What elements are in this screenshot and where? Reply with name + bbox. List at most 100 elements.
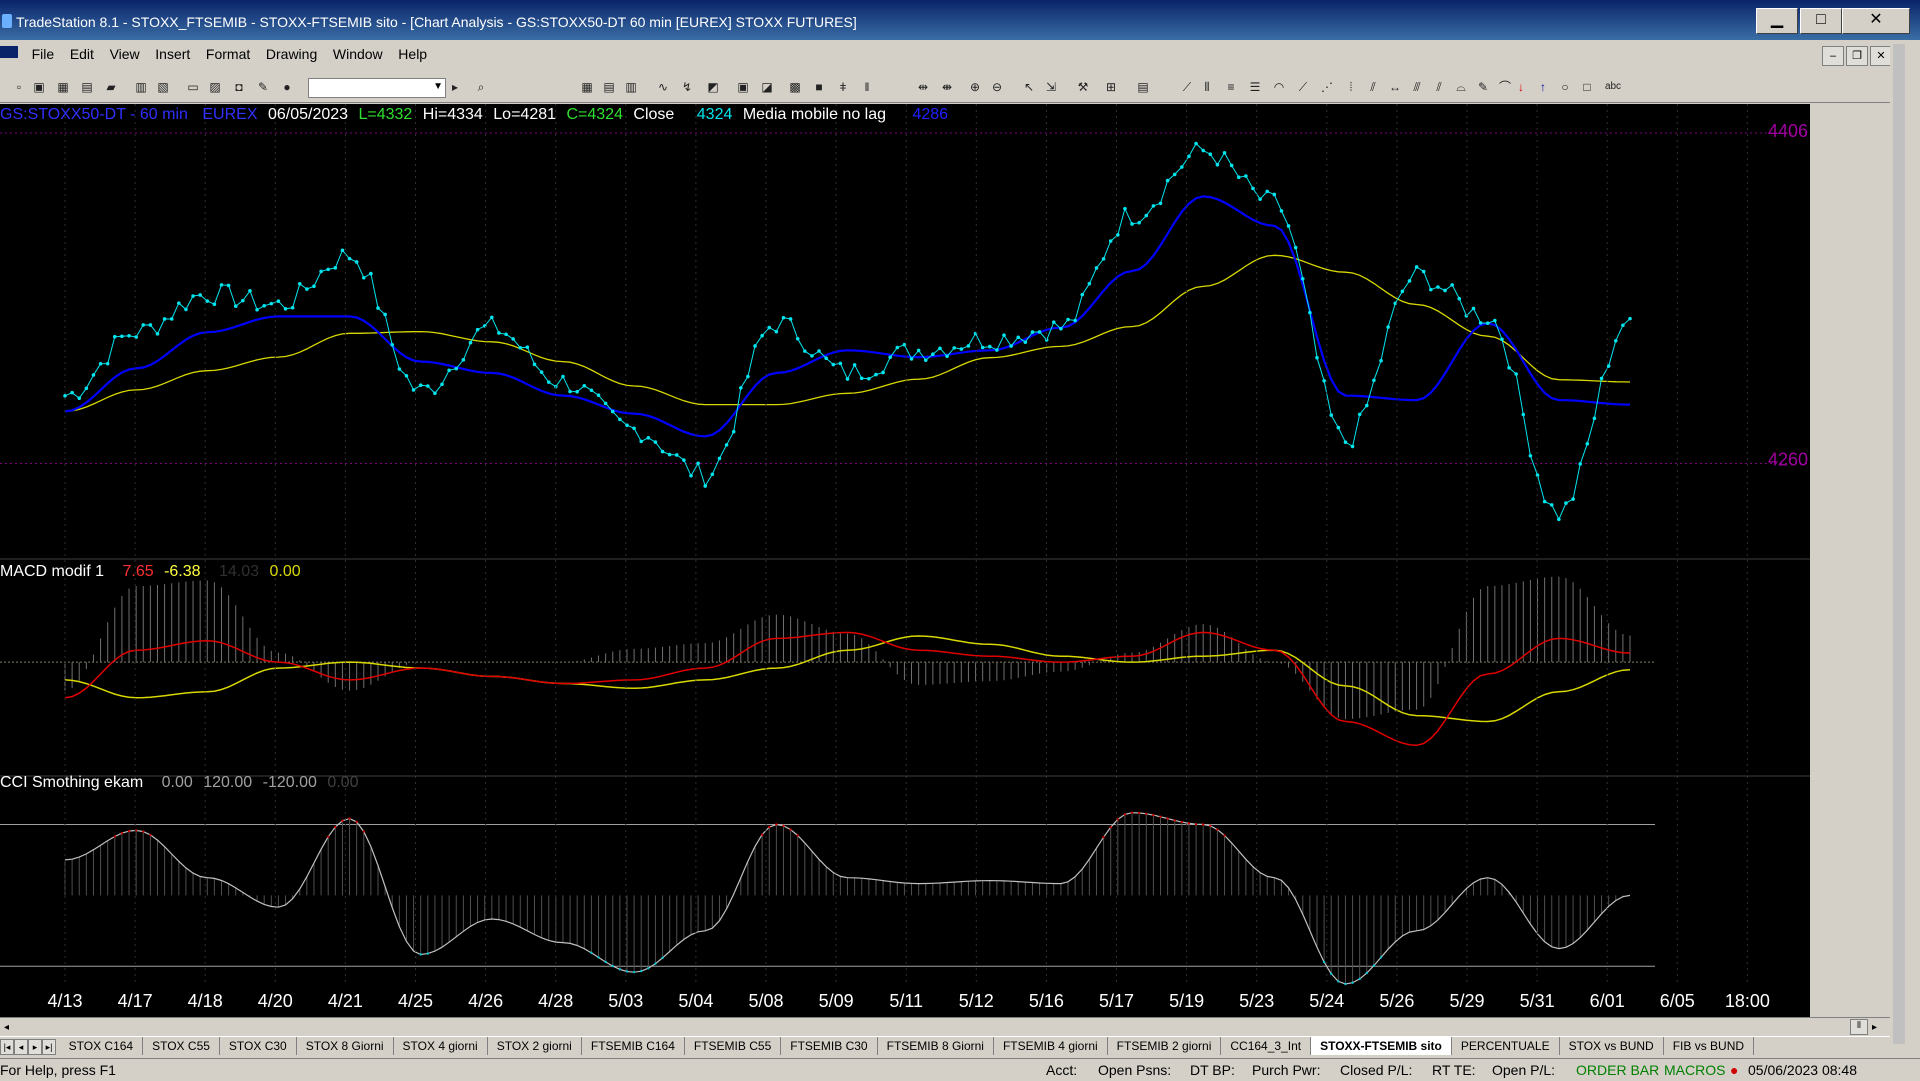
- pen-icon[interactable]: ✎: [1476, 80, 1490, 94]
- menu-drawing[interactable]: Drawing: [260, 44, 323, 64]
- maximize-button[interactable]: □: [1800, 8, 1842, 34]
- tab-first-icon[interactable]: |◂: [0, 1039, 14, 1055]
- chart-window-icon[interactable]: ▣: [736, 80, 750, 94]
- tab-15[interactable]: STOX vs BUND: [1560, 1037, 1664, 1055]
- rectangle-icon[interactable]: □: [1580, 80, 1594, 94]
- tab-11[interactable]: FTSEMIB 2 giorni: [1108, 1037, 1222, 1055]
- tab-7[interactable]: FTSEMIB C55: [685, 1037, 782, 1055]
- mdi-restore-button[interactable]: ❐: [1846, 46, 1868, 66]
- data-window-icon[interactable]: ▤: [1136, 80, 1150, 94]
- ruler-icon[interactable]: ↔: [1388, 80, 1402, 94]
- page-icon[interactable]: ▤: [80, 80, 94, 94]
- text-icon[interactable]: abc: [1604, 80, 1622, 94]
- tab-13[interactable]: STOXX-FTSEMIB sito: [1311, 1037, 1452, 1055]
- lock-icon[interactable]: ◘: [232, 80, 246, 94]
- scroll-left-icon[interactable]: ◂: [4, 1022, 9, 1033]
- close-button[interactable]: ✕: [1842, 8, 1910, 34]
- insert-indicator-icon[interactable]: ⊞: [1104, 80, 1118, 94]
- menu-help[interactable]: Help: [392, 44, 433, 64]
- tab-4[interactable]: STOX 4 giorni: [394, 1037, 488, 1055]
- print-icon[interactable]: ▧: [156, 80, 170, 94]
- symbol-combo[interactable]: ▼: [308, 78, 446, 98]
- cycle-icon[interactable]: ⌓: [1454, 80, 1468, 94]
- tab-16[interactable]: FIB vs BUND: [1664, 1037, 1755, 1055]
- menu-file[interactable]: File: [26, 44, 61, 64]
- chart-icon[interactable]: ↯: [680, 80, 694, 94]
- parallel-icon[interactable]: ⫽: [1432, 80, 1446, 94]
- time-zones-icon[interactable]: ⦙: [1344, 80, 1358, 94]
- scroll-thumb[interactable]: ⦀: [1850, 1019, 1868, 1035]
- zoom-in-icon[interactable]: ⊕: [968, 80, 982, 94]
- folder-icon[interactable]: ▰: [104, 80, 118, 94]
- ellipse-icon[interactable]: ○: [1558, 80, 1572, 94]
- tab-10[interactable]: FTSEMIB 4 giorni: [994, 1037, 1108, 1055]
- bar-icon[interactable]: ■: [812, 80, 826, 94]
- menu-format[interactable]: Format: [200, 44, 256, 64]
- tab-8[interactable]: FTSEMIB C30: [781, 1037, 878, 1055]
- chart-canvas[interactable]: 4400438043604340432043004280426042404324…: [0, 104, 1810, 1019]
- globe-icon[interactable]: ●: [280, 80, 294, 94]
- tab-5[interactable]: STOX 2 giorni: [488, 1037, 582, 1055]
- layout-icon[interactable]: ▨: [208, 80, 222, 94]
- trendline-icon[interactable]: ⟋: [1180, 80, 1194, 94]
- menu-view[interactable]: View: [104, 44, 146, 64]
- horizontal-scrollbar[interactable]: ◂ ⦀ ▸: [0, 1017, 1890, 1036]
- menu-window[interactable]: Window: [327, 44, 389, 64]
- scroll-right-icon[interactable]: ▸: [1872, 1022, 1877, 1033]
- table-icon[interactable]: ▤: [602, 80, 616, 94]
- order-bar-button[interactable]: ORDER BAR: [1576, 1062, 1659, 1078]
- bars-wide-icon[interactable]: ⇼: [940, 80, 954, 94]
- tab-14[interactable]: PERCENTUALE: [1452, 1037, 1560, 1055]
- list-icon[interactable]: ▥: [624, 80, 638, 94]
- fib-icon[interactable]: ☰: [1248, 80, 1262, 94]
- minimize-button[interactable]: ▁: [1756, 8, 1798, 34]
- macros-button[interactable]: MACROS: [1664, 1062, 1725, 1078]
- menu-insert[interactable]: Insert: [149, 44, 196, 64]
- workspace-icon[interactable]: ▦: [56, 80, 70, 94]
- menu-edit[interactable]: Edit: [64, 44, 100, 64]
- select-icon[interactable]: ⇲: [1044, 80, 1058, 94]
- ohlc-icon[interactable]: ‖: [860, 80, 874, 94]
- tab-last-icon[interactable]: ▸|: [42, 1039, 56, 1055]
- curve-icon[interactable]: ⌒: [1498, 80, 1512, 94]
- horizontal-lines-icon[interactable]: ≡: [1224, 80, 1238, 94]
- tab-0[interactable]: STOX C164: [60, 1037, 144, 1055]
- radar-icon[interactable]: ◪: [760, 80, 774, 94]
- format-icon[interactable]: ⚒: [1076, 80, 1090, 94]
- bars-narrow-icon[interactable]: ⇹: [916, 80, 930, 94]
- zoom-out-icon[interactable]: ⊖: [990, 80, 1004, 94]
- fan-icon[interactable]: ⋰: [1320, 80, 1334, 94]
- mdi-minimize-button[interactable]: ‒: [1822, 46, 1844, 66]
- mdi-close-button[interactable]: ✕: [1870, 46, 1892, 66]
- tab-3[interactable]: STOX 8 Giorni: [297, 1037, 394, 1055]
- vertical-scrollbar[interactable]: [1893, 44, 1905, 1044]
- tab-9[interactable]: FTSEMIB 8 Giorni: [878, 1037, 994, 1055]
- pointer-icon[interactable]: ↖: [1022, 80, 1036, 94]
- tab-prev-icon[interactable]: ◂: [14, 1039, 28, 1055]
- chart-line-icon[interactable]: ∿: [656, 80, 670, 94]
- tab-12[interactable]: CC164_3_Int: [1221, 1037, 1312, 1055]
- open-icon[interactable]: ▣: [32, 80, 46, 94]
- grid-icon[interactable]: ▦: [580, 80, 594, 94]
- candle-icon[interactable]: ǂ: [836, 80, 850, 94]
- print-preview-icon[interactable]: ▥: [134, 80, 148, 94]
- chart-analysis-icon[interactable]: ▩: [788, 80, 802, 94]
- tab-1[interactable]: STOX C55: [143, 1037, 220, 1055]
- play-icon[interactable]: ▸: [448, 80, 462, 94]
- mover-icon[interactable]: ◩: [706, 80, 720, 94]
- tab-next-icon[interactable]: ▸: [28, 1039, 42, 1055]
- tab-6[interactable]: FTSEMIB C164: [582, 1037, 685, 1055]
- tab-2[interactable]: STOX C30: [220, 1037, 297, 1055]
- arrow-up-icon[interactable]: ↑: [1536, 80, 1550, 94]
- new-icon[interactable]: ▫: [12, 80, 26, 94]
- window-icon[interactable]: ▭: [186, 80, 200, 94]
- vertical-lines-icon[interactable]: ⦀: [1200, 80, 1214, 94]
- regression-icon[interactable]: ⫻: [1410, 80, 1424, 94]
- channel-icon[interactable]: ⫽: [1366, 80, 1380, 94]
- tools-icon[interactable]: ✎: [256, 80, 270, 94]
- arrow-down-icon[interactable]: ↓: [1514, 80, 1528, 94]
- chart-area[interactable]: 4400438043604340432043004280426042404324…: [0, 104, 1810, 1019]
- arc-icon[interactable]: ◠: [1272, 80, 1286, 94]
- find-icon[interactable]: ⌕: [474, 80, 488, 94]
- speedline-icon[interactable]: ⟋: [1296, 80, 1310, 94]
